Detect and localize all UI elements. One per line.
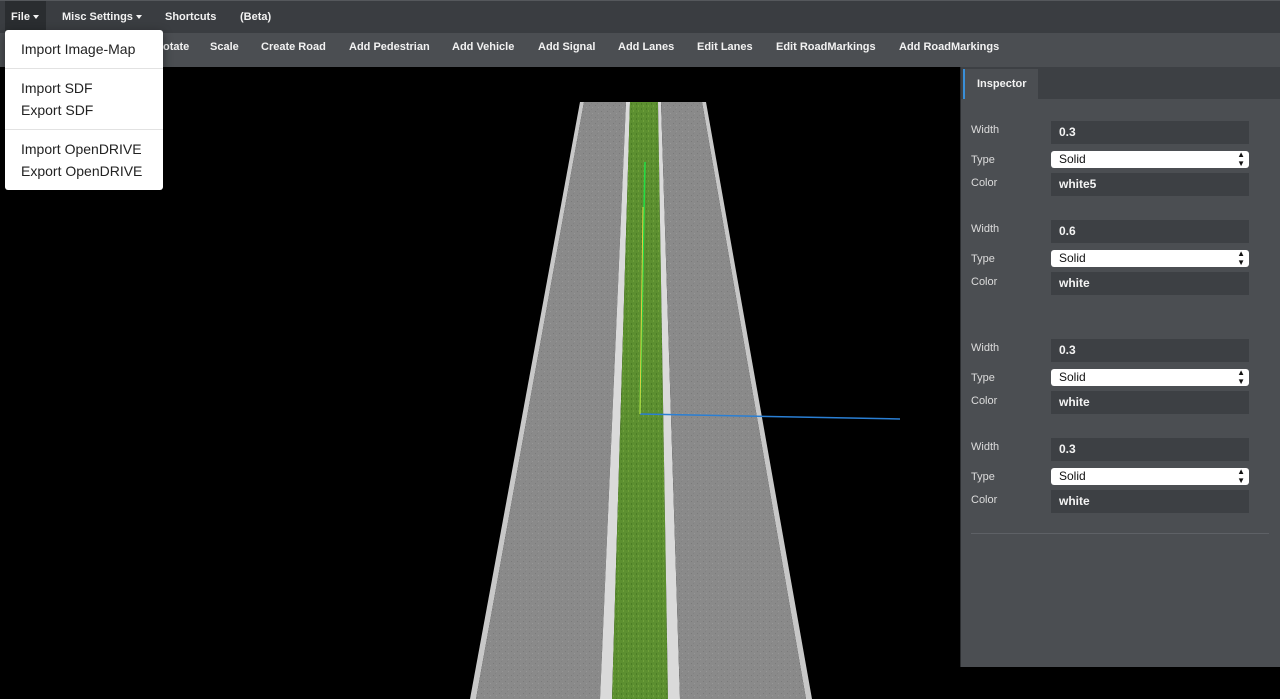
updown-arrows-icon: ▲ ▼: [1237, 467, 1245, 485]
road-right-lane: [661, 102, 806, 699]
color-field[interactable]: white: [1051, 272, 1249, 295]
color-field[interactable]: white: [1051, 391, 1249, 414]
toolbar: otate Scale Create Road Add Pedestrian A…: [0, 33, 1280, 67]
color-field[interactable]: white5: [1051, 173, 1249, 196]
file-dropdown-menu: Import Image-Map Import SDF Export SDF I…: [5, 30, 163, 190]
road-left-lane: [476, 102, 626, 699]
menu-bar: File Misc Settings Shortcuts (Beta): [0, 0, 1280, 34]
type-select-value: Solid: [1059, 152, 1086, 166]
edit-roadmarkings-button[interactable]: Edit RoadMarkings: [776, 33, 876, 62]
type-select[interactable]: Solid ▲ ▼: [1051, 150, 1249, 168]
beta-menu[interactable]: (Beta): [240, 1, 271, 34]
color-label: Color: [971, 276, 998, 288]
caret-down-icon: [32, 15, 39, 20]
inspector-panel: Inspector Width 0.3 Type Solid ▲ ▼ Color …: [960, 67, 1280, 667]
color-field[interactable]: white: [1051, 490, 1249, 513]
rotate-button[interactable]: otate: [163, 33, 189, 62]
inspector-divider: [971, 533, 1269, 534]
type-label: Type: [971, 372, 995, 384]
import-opendrive-item[interactable]: Import OpenDRIVE: [21, 141, 142, 157]
add-roadmarkings-button[interactable]: Add RoadMarkings: [899, 33, 999, 62]
import-sdf-item[interactable]: Import SDF: [21, 80, 93, 96]
updown-arrows-icon: ▲ ▼: [1237, 368, 1245, 386]
import-image-map-item[interactable]: Import Image-Map: [21, 41, 135, 57]
caret-down-icon: [135, 15, 142, 20]
add-signal-button[interactable]: Add Signal: [538, 33, 595, 62]
type-label: Type: [971, 154, 995, 166]
shortcuts-menu[interactable]: Shortcuts: [165, 1, 216, 34]
tab-inspector[interactable]: Inspector: [963, 69, 1038, 99]
width-field[interactable]: 0.3: [1051, 339, 1249, 362]
type-select-value: Solid: [1059, 469, 1086, 483]
width-label: Width: [971, 124, 1000, 136]
width-field[interactable]: 0.3: [1051, 438, 1249, 461]
type-select[interactable]: Solid ▲ ▼: [1051, 368, 1249, 386]
export-sdf-item[interactable]: Export SDF: [21, 102, 93, 118]
updown-arrows-icon: ▲ ▼: [1237, 249, 1245, 267]
type-select[interactable]: Solid ▲ ▼: [1051, 467, 1249, 485]
updown-arrows-icon: ▲ ▼: [1237, 150, 1245, 168]
width-field[interactable]: 0.6: [1051, 220, 1249, 243]
width-label: Width: [971, 342, 1000, 354]
create-road-button[interactable]: Create Road: [261, 33, 326, 62]
inspector-header: Inspector: [961, 67, 1280, 99]
type-select-value: Solid: [1059, 251, 1086, 265]
menu-divider: [5, 129, 163, 130]
add-vehicle-button[interactable]: Add Vehicle: [452, 33, 514, 62]
width-label: Width: [971, 441, 1000, 453]
misc-settings-label: Misc Settings: [62, 11, 133, 23]
add-lanes-button[interactable]: Add Lanes: [618, 33, 674, 62]
type-label: Type: [971, 471, 995, 483]
color-label: Color: [971, 494, 998, 506]
color-label: Color: [971, 395, 998, 407]
scale-button[interactable]: Scale: [210, 33, 239, 62]
export-opendrive-item[interactable]: Export OpenDRIVE: [21, 163, 142, 179]
type-label: Type: [971, 253, 995, 265]
width-field[interactable]: 0.3: [1051, 121, 1249, 144]
width-label: Width: [971, 223, 1000, 235]
file-menu-label: File: [11, 11, 30, 23]
add-pedestrian-button[interactable]: Add Pedestrian: [349, 33, 430, 62]
type-select[interactable]: Solid ▲ ▼: [1051, 249, 1249, 267]
edit-lanes-button[interactable]: Edit Lanes: [697, 33, 753, 62]
type-select-value: Solid: [1059, 370, 1086, 384]
color-label: Color: [971, 177, 998, 189]
menu-divider: [5, 68, 163, 69]
